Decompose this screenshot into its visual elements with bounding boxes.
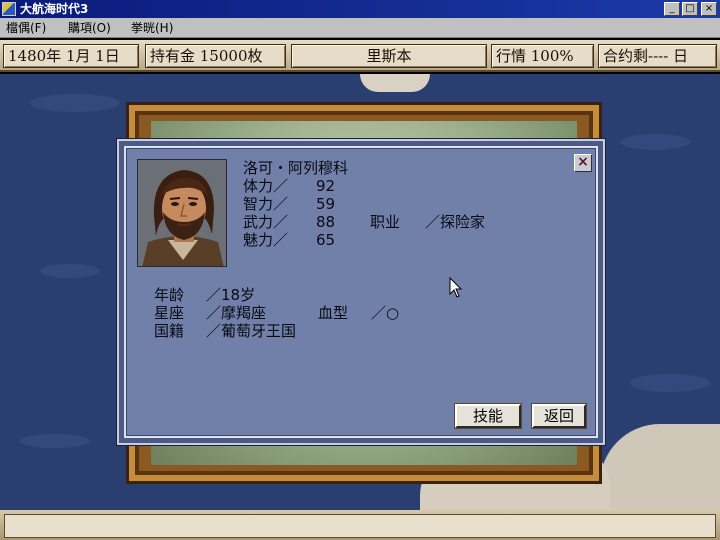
contract-display: 合约剩---- 日 <box>598 44 717 68</box>
dialog-body: × 洛可・阿列穆科 体力／ 92 智力／ 59 武力／ 88 职业 ／探险家 魅… <box>124 146 598 438</box>
character-name: 洛可・阿列穆科 <box>243 159 349 177</box>
app-icon <box>2 2 16 16</box>
character-portrait <box>137 159 227 267</box>
skills-button[interactable]: 技能 <box>455 404 521 428</box>
mouse-cursor-icon <box>449 277 463 298</box>
landmass <box>600 424 720 510</box>
stat-value-force: 88 <box>316 213 336 231</box>
minimize-button[interactable]: _ <box>664 2 680 16</box>
menu-options[interactable]: 購項(O) <box>68 18 111 38</box>
window-title: 大航海时代3 <box>20 2 89 16</box>
close-window-button[interactable]: × <box>701 2 717 16</box>
maximize-button[interactable]: □ <box>682 2 698 16</box>
job-value: ／探险家 <box>425 213 486 231</box>
dialog-close-button[interactable]: × <box>574 154 592 172</box>
job-label: 职业 <box>370 213 401 231</box>
age-label: 年龄 <box>154 286 185 304</box>
stat-label-force: 武力／ <box>243 213 289 231</box>
gold-display: 持有金 15000枚 <box>145 44 286 68</box>
status-bar: 1480年 1月 1日 持有金 15000枚 里斯本 行情 100% 合约剩--… <box>0 40 720 72</box>
nationality-value: ／葡萄牙王国 <box>206 322 297 340</box>
message-bar <box>0 510 720 540</box>
menu-help[interactable]: 挙晄(H) <box>131 18 173 38</box>
stat-label-charm: 魅力／ <box>243 231 289 249</box>
stat-label-intellect: 智力／ <box>243 195 289 213</box>
back-button[interactable]: 返回 <box>532 404 586 428</box>
message-box <box>4 514 716 538</box>
age-value: ／18岁 <box>206 286 256 304</box>
blood-type-value: ／○ <box>371 304 400 322</box>
stat-label-stamina: 体力／ <box>243 177 289 195</box>
stat-value-charm: 65 <box>316 231 336 249</box>
menu-file[interactable]: 檔偶(F) <box>6 18 46 38</box>
sign-label: 星座 <box>154 304 185 322</box>
sign-value: ／摩羯座 <box>206 304 267 322</box>
menu-bar: 檔偶(F) 購項(O) 挙晄(H) <box>0 18 720 38</box>
date-display: 1480年 1月 1日 <box>3 44 139 68</box>
market-display: 行情 100% <box>491 44 594 68</box>
stat-value-intellect: 59 <box>316 195 336 213</box>
coastline <box>360 74 430 92</box>
character-info-dialog: × 洛可・阿列穆科 体力／ 92 智力／ 59 武力／ 88 职业 ／探险家 魅… <box>117 139 605 445</box>
blood-type-label: 血型 <box>318 304 349 322</box>
nationality-label: 国籍 <box>154 322 185 340</box>
stat-value-stamina: 92 <box>316 177 336 195</box>
title-bar: 大航海时代3 _ □ × <box>0 0 720 18</box>
city-display: 里斯本 <box>291 44 487 68</box>
